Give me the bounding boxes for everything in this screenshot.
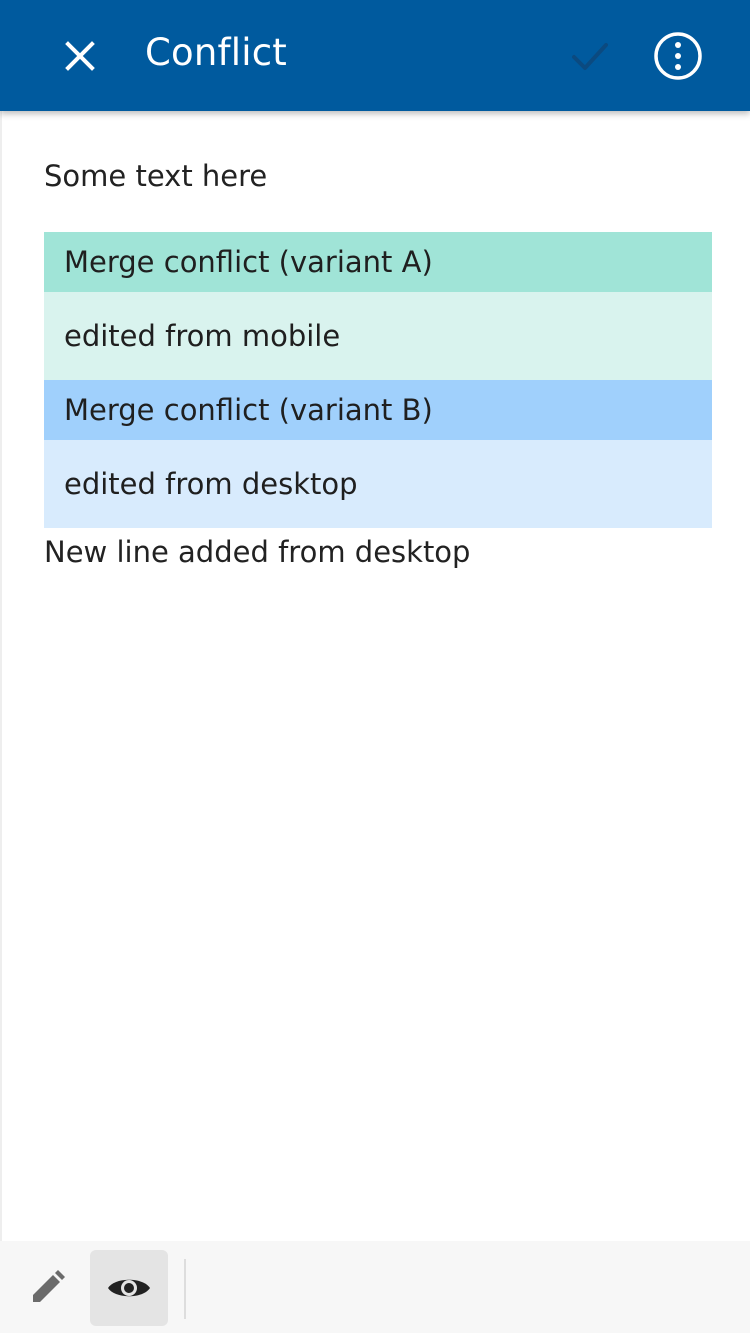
app-bar: Conflict: [0, 0, 750, 111]
toolbar-divider: [184, 1259, 186, 1319]
trailing-line: New line added from desktop: [44, 535, 471, 569]
app-root: Conflict Some text here Merge conflict (…: [0, 0, 750, 1333]
confirm-button[interactable]: [560, 26, 620, 86]
check-icon: [572, 43, 608, 70]
edit-mode-button[interactable]: [8, 1250, 86, 1326]
close-icon: [65, 41, 95, 71]
view-mode-button[interactable]: [90, 1250, 168, 1326]
eye-icon: [108, 1279, 150, 1297]
note-content[interactable]: Some text here Merge conflict (variant A…: [0, 111, 750, 1241]
page-title: Conflict: [145, 31, 287, 74]
bottom-toolbar: [0, 1241, 750, 1333]
intro-line: Some text here: [44, 159, 268, 193]
conflict-a-body: edited from mobile: [44, 292, 712, 380]
more-options-button[interactable]: [648, 26, 708, 86]
more-vert-icon: [654, 32, 702, 80]
conflict-a-header: Merge conflict (variant A): [44, 232, 712, 292]
conflict-b-body: edited from desktop: [44, 440, 712, 528]
close-button[interactable]: [50, 26, 110, 86]
pencil-icon: [33, 1270, 65, 1302]
conflict-b-header: Merge conflict (variant B): [44, 380, 712, 440]
